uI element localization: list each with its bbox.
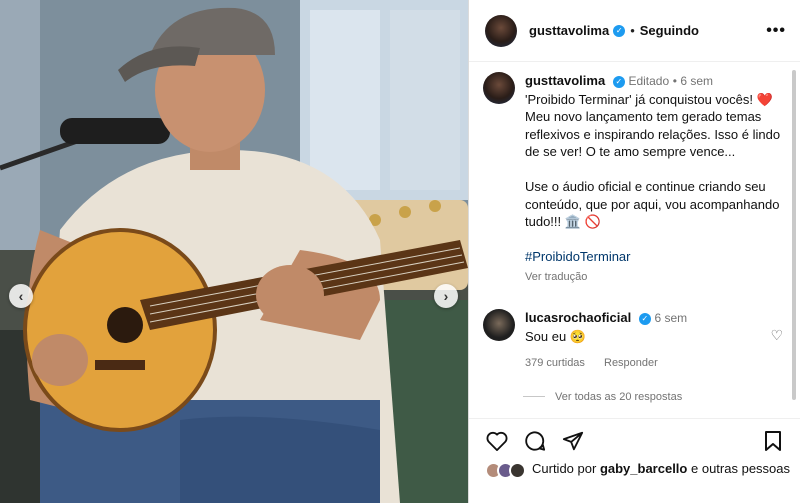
verified-icon: ✓ (638, 312, 651, 325)
next-media-button[interactable]: › (434, 284, 458, 308)
caption-author-avatar[interactable] (483, 72, 515, 104)
verified-icon: ✓ (612, 75, 625, 88)
post-media[interactable]: ‹ › (0, 0, 468, 503)
caption-timestamp[interactable]: 6 sem (680, 74, 713, 88)
caption: gusttavolima ✓ Editado • 6 sem 'Proibido… (483, 72, 783, 287)
previous-media-button[interactable]: ‹ (9, 284, 33, 308)
chevron-right-icon: › (443, 288, 449, 304)
liked-by-user[interactable]: gaby_barcello (600, 461, 687, 476)
author-avatar[interactable] (485, 14, 517, 47)
view-replies-label: Ver todas as 20 respostas (555, 390, 683, 403)
comments-section[interactable]: gusttavolima ✓ Editado • 6 sem 'Proibido… (469, 62, 800, 414)
more-options-icon[interactable]: ••• (766, 22, 786, 40)
share-icon[interactable] (561, 429, 585, 453)
liked-by-suffix[interactable]: e outras pessoas (691, 461, 790, 476)
liker-avatars[interactable] (485, 462, 526, 479)
post-photo (0, 0, 468, 503)
comment-likes-count[interactable]: 379 curtidas (525, 357, 585, 369)
commenter-username[interactable]: lucasrochaoficial (525, 310, 631, 325)
comments-scrollbar[interactable] (792, 70, 796, 400)
comment-text: Sou eu 🥺 (525, 328, 587, 344)
post-actions-bar (469, 418, 800, 462)
reply-button[interactable]: Responder (604, 357, 658, 369)
comment-actions: 379 curtidas Responder (525, 355, 755, 373)
comment-icon[interactable] (523, 429, 547, 453)
comment-item: lucasrochaoficial ✓ 6 sem Sou eu 🥺 379 c… (483, 308, 783, 373)
replies-divider (523, 396, 545, 398)
commenter-avatar[interactable] (483, 308, 515, 341)
separator-dot: • (630, 23, 635, 38)
heart-icon[interactable] (485, 429, 509, 453)
chevron-left-icon: ‹ (18, 288, 24, 304)
following-button[interactable]: Seguindo (640, 23, 699, 38)
post-header: gusttavolima ✓ • Seguindo ••• (469, 0, 800, 62)
author-username[interactable]: gusttavolima (529, 23, 609, 38)
bookmark-icon[interactable] (761, 429, 785, 453)
post-details-panel: gusttavolima ✓ • Seguindo ••• gusttavoli… (468, 0, 800, 503)
see-translation-link[interactable]: Ver tradução (525, 269, 783, 287)
caption-username[interactable]: gusttavolima (525, 73, 605, 88)
view-replies-button[interactable]: Ver todas as 20 respostas (523, 391, 783, 403)
comment-timestamp[interactable]: 6 sem (654, 311, 687, 325)
caption-text-1: 'Proibido Terminar' já conquistou vocês!… (525, 91, 781, 160)
comment-like-heart-icon[interactable]: ♡ (770, 327, 783, 344)
hashtag-link[interactable]: #ProibidoTerminar (525, 248, 783, 266)
liker-avatar (509, 462, 526, 479)
verified-icon: ✓ (613, 24, 626, 37)
liked-by: Curtido por gaby_barcello e outras pesso… (485, 460, 790, 479)
edited-label: Editado (628, 74, 670, 88)
caption-text-2: Use o áudio oficial e continue criando s… (525, 178, 780, 230)
liked-by-prefix: Curtido por (532, 461, 597, 476)
